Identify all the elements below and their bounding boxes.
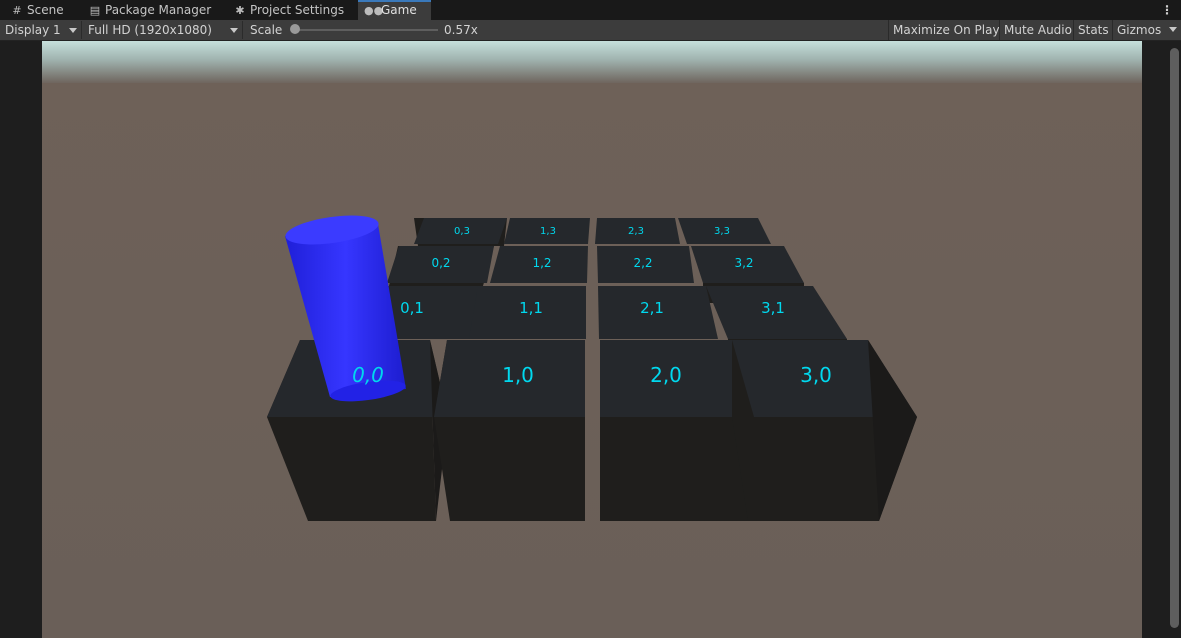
tile-label-0-0: 0,0 bbox=[352, 363, 384, 387]
mute-audio-toggle[interactable]: Mute Audio bbox=[999, 20, 1076, 40]
scale-slider-track[interactable] bbox=[292, 29, 438, 31]
chevron-down-icon bbox=[69, 28, 77, 33]
tile-label-2-0: 2,0 bbox=[650, 363, 682, 387]
tile-label-1-1: 1,1 bbox=[519, 299, 543, 317]
game-viewport[interactable]: 0,3 1,3 2,3 3,3 0,2 1,2 2,2 3,2 0,1 1,1 … bbox=[42, 41, 1142, 638]
scale-label: Scale bbox=[250, 23, 283, 37]
tile-label-1-3: 1,3 bbox=[540, 226, 556, 237]
gear-icon: ✱ bbox=[235, 4, 245, 17]
scale-value: 0.57x bbox=[444, 23, 478, 37]
stats-toggle[interactable]: Stats bbox=[1073, 20, 1113, 40]
chevron-down-icon bbox=[230, 28, 238, 33]
tile-label-3-3: 3,3 bbox=[714, 226, 730, 237]
tab-scene[interactable]: # Scene bbox=[4, 0, 70, 20]
tile-label-0-2: 0,2 bbox=[431, 256, 450, 270]
window-tab-strip: # Scene ▤ Package Manager ✱ Project Setting… bbox=[0, 0, 1181, 21]
gamepad-icon: ●● bbox=[364, 4, 384, 17]
tab-package-manager[interactable]: ▤ Package Manager bbox=[82, 0, 217, 20]
tile-label-2-3: 2,3 bbox=[628, 226, 644, 237]
tile-label-1-0: 1,0 bbox=[502, 363, 534, 387]
tile-label-3-0: 3,0 bbox=[800, 363, 832, 387]
tile-label-1-2: 1,2 bbox=[532, 256, 551, 270]
grid-icon: # bbox=[12, 4, 22, 17]
display-dropdown[interactable]: Display 1 bbox=[0, 21, 82, 39]
more-options-icon[interactable]: ⋮ bbox=[1161, 0, 1173, 20]
sky bbox=[42, 41, 1142, 83]
tile-label-3-1: 3,1 bbox=[761, 299, 785, 317]
tile-label-2-2: 2,2 bbox=[633, 256, 652, 270]
gizmos-dropdown[interactable]: Gizmos bbox=[1112, 20, 1181, 40]
maximize-on-play-toggle[interactable]: Maximize On Play bbox=[888, 20, 1004, 40]
package-icon: ▤ bbox=[89, 4, 101, 17]
tab-game[interactable]: ●●Game bbox=[358, 0, 431, 20]
resolution-dropdown[interactable]: Full HD (1920x1080) bbox=[83, 21, 243, 39]
game-scene: 0,3 1,3 2,3 3,3 0,2 1,2 2,2 3,2 0,1 1,1 … bbox=[42, 41, 1142, 638]
chevron-down-icon bbox=[1169, 27, 1177, 32]
tile-label-0-1: 0,1 bbox=[400, 299, 424, 317]
scale-slider-thumb[interactable] bbox=[290, 24, 300, 34]
vertical-scrollbar[interactable] bbox=[1170, 48, 1179, 628]
tab-project-settings[interactable]: ✱ Project Settings bbox=[227, 0, 350, 20]
tile-label-0-3: 0,3 bbox=[454, 226, 470, 237]
tile-label-2-1: 2,1 bbox=[640, 299, 664, 317]
ground-plane bbox=[42, 41, 1142, 638]
tile-label-3-2: 3,2 bbox=[734, 256, 753, 270]
